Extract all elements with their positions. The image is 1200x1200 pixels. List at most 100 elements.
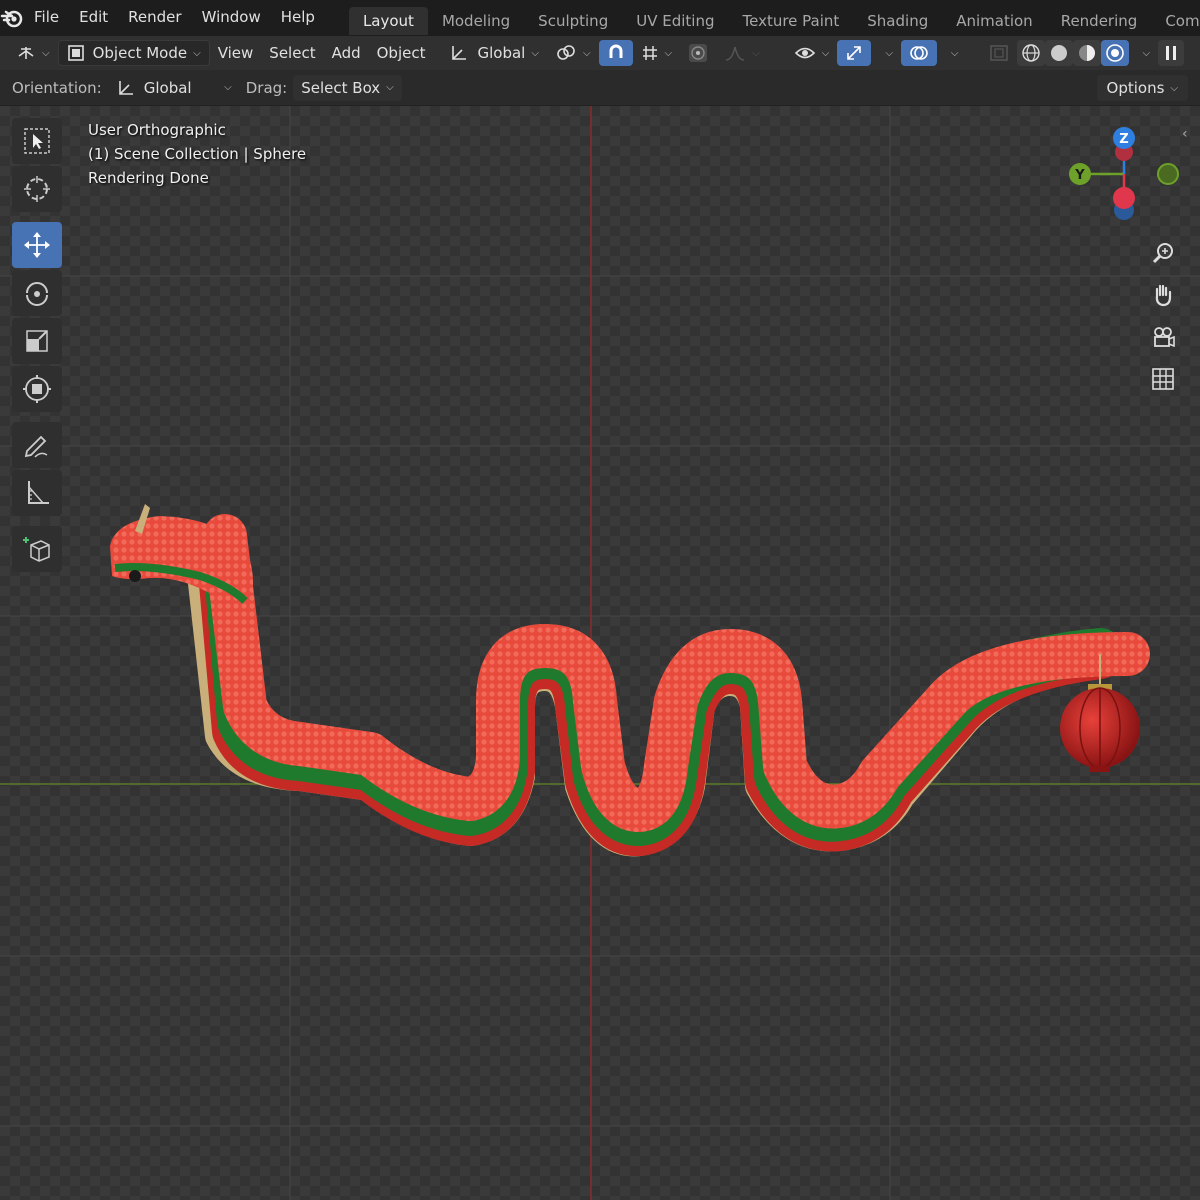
gizmo-y-negative[interactable] [1157, 163, 1179, 185]
tab-layout[interactable]: Layout [348, 7, 428, 35]
snap-toggle[interactable] [598, 40, 633, 66]
camera-view-button[interactable] [1144, 318, 1182, 356]
tab-animation[interactable]: Animation [942, 7, 1046, 35]
tab-modeling[interactable]: Modeling [428, 7, 524, 35]
tab-compositing[interactable]: Com [1151, 7, 1200, 35]
editor-type-icon [18, 47, 34, 59]
proportional-editing-toggle[interactable] [680, 40, 716, 66]
overlays-dropdown[interactable]: ⌵ [937, 40, 967, 66]
shading-wireframe[interactable] [1016, 40, 1045, 66]
material-sphere-icon [1078, 45, 1095, 61]
render-status-text: Rendering Done [88, 169, 209, 187]
visibility-dropdown[interactable]: ⌵ [786, 40, 838, 66]
viewport-nav-buttons [1144, 234, 1182, 402]
tool-select-box[interactable] [12, 118, 62, 164]
rotate-icon [26, 282, 48, 306]
solid-sphere-icon [1050, 45, 1067, 61]
blender-logo-icon[interactable] [0, 0, 24, 36]
view-name-text: User Orthographic [88, 121, 226, 139]
viewport-info-overlay: User Orthographic (1) Scene Collection |… [88, 118, 306, 190]
gizmo-arrows-icon [847, 46, 862, 60]
options-label: Options [1106, 79, 1165, 97]
orientation-label: Orientation: [12, 78, 102, 97]
snake-eye [129, 570, 141, 582]
overlays-toggle[interactable] [900, 40, 937, 66]
add-cube-icon [23, 537, 50, 562]
editor-type-button[interactable]: ⌵ [8, 40, 58, 66]
tool-scale[interactable] [12, 318, 62, 364]
tab-shading[interactable]: Shading [853, 7, 942, 35]
tool-cursor[interactable] [12, 166, 62, 212]
shading-material-preview[interactable] [1072, 40, 1101, 66]
sidebar-toggle-icon[interactable]: ‹ [1182, 126, 1188, 142]
tool-move[interactable] [12, 222, 62, 268]
pivot-point-dropdown[interactable]: ⌵ [547, 40, 599, 66]
top-menu-bar: File Edit Render Window Help Layout Mode… [0, 0, 1200, 36]
rendered-sphere-icon [1105, 44, 1124, 62]
zoom-button[interactable] [1144, 234, 1182, 272]
zoom-magnifier-icon [1152, 243, 1173, 264]
transform-orientation-dropdown[interactable]: Global ⌵ [441, 40, 546, 66]
toggle-perspective-button[interactable] [1144, 360, 1182, 398]
object-mode-dropdown[interactable]: Object Mode ⌵ [57, 40, 210, 66]
gizmo-x-negative[interactable] [1113, 187, 1135, 209]
falloff-curve-icon [726, 46, 745, 61]
object-mode-icon [67, 45, 84, 61]
pause-render-button[interactable] [1158, 40, 1185, 66]
options-dropdown[interactable]: Options ⌵ [1096, 75, 1188, 101]
tool-measure[interactable] [12, 470, 62, 516]
tool-transform[interactable] [12, 366, 62, 412]
header-menu-select[interactable]: Select [261, 40, 323, 66]
tool-settings-bar: Orientation: Global ⌵ Drag: Select Box ⌵… [0, 70, 1200, 106]
select-cursor-icon [24, 128, 50, 154]
measure-ruler-icon [28, 481, 49, 504]
gizmo-toggle[interactable] [837, 40, 872, 66]
snap-grid-icon [642, 46, 657, 60]
hand-icon [1155, 284, 1172, 307]
workspace-tabs: Layout Modeling Sculpting UV Editing Tex… [348, 0, 1200, 36]
shading-dropdown[interactable]: ⌵ [1129, 40, 1159, 66]
left-toolbar [12, 118, 64, 574]
shading-rendered[interactable] [1100, 40, 1129, 66]
tab-texture-paint[interactable]: Texture Paint [728, 7, 853, 35]
header-menu-view[interactable]: View [210, 40, 262, 66]
tab-rendering[interactable]: Rendering [1047, 7, 1152, 35]
drag-dropdown[interactable]: Select Box ⌵ [293, 74, 402, 101]
header-menu-object[interactable]: Object [369, 40, 434, 66]
drag-label: Drag: [245, 78, 288, 97]
navigation-gizmo[interactable]: Z Y [1060, 118, 1190, 228]
gizmo-y-label: Y [1074, 168, 1085, 183]
gizmo-z-label: Z [1119, 132, 1128, 147]
menu-help[interactable]: Help [271, 0, 325, 36]
move-arrows-icon [24, 232, 50, 258]
header-menu-add[interactable]: Add [324, 40, 369, 66]
tool-annotate[interactable] [12, 422, 62, 468]
proportional-falloff-dropdown[interactable]: ⌵ [716, 40, 768, 66]
menu-window[interactable]: Window [192, 0, 271, 36]
orientation-dropdown[interactable]: Global ⌵ [108, 75, 240, 101]
xray-icon [989, 45, 1008, 61]
eye-icon [794, 47, 815, 59]
snake-render[interactable] [0, 106, 1200, 1200]
gizmo-dropdown[interactable]: ⌵ [871, 40, 901, 66]
3d-viewport[interactable]: User Orthographic (1) Scene Collection |… [0, 106, 1200, 1200]
tab-sculpting[interactable]: Sculpting [524, 7, 622, 35]
menu-file[interactable]: File [24, 0, 69, 36]
annotate-pencil-icon [24, 435, 48, 458]
viewport-header: ⌵ Object Mode ⌵ View Select Add Object G… [0, 36, 1200, 70]
transform-orientation-label: Global [477, 44, 526, 62]
menu-render[interactable]: Render [118, 0, 191, 36]
wireframe-sphere-icon [1021, 44, 1040, 62]
pivot-link-icon [557, 45, 575, 60]
menu-edit[interactable]: Edit [69, 0, 118, 36]
collection-text: (1) Scene Collection | Sphere [88, 145, 307, 163]
xray-toggle[interactable] [981, 40, 1017, 66]
tab-uv-editing[interactable]: UV Editing [622, 7, 728, 35]
snap-target-dropdown[interactable]: ⌵ [633, 40, 681, 66]
pause-icon [1166, 46, 1177, 60]
tool-rotate[interactable] [12, 270, 62, 316]
shading-solid[interactable] [1044, 40, 1073, 66]
pan-button[interactable] [1144, 276, 1182, 314]
lantern [1060, 684, 1140, 772]
tool-add-cube[interactable] [12, 526, 62, 572]
